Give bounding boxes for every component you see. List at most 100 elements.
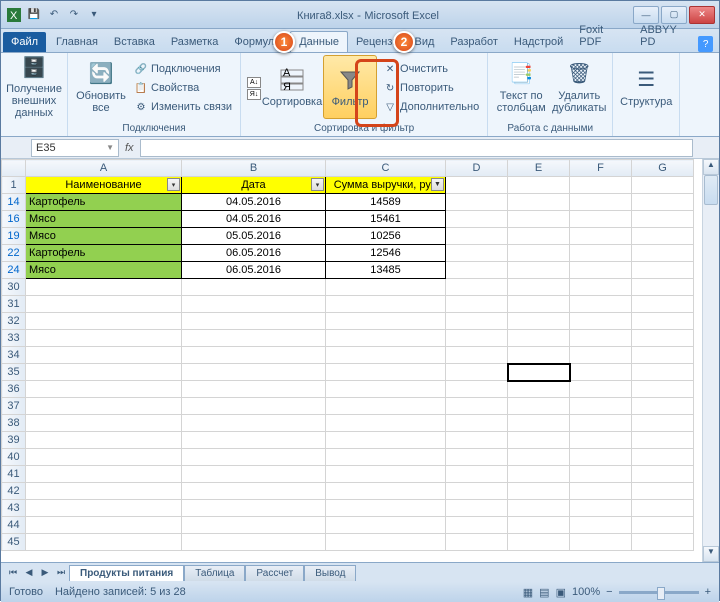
cell[interactable]: Мясо [26,228,182,245]
cell[interactable] [508,211,570,228]
cell[interactable] [446,381,508,398]
cell[interactable] [632,194,694,211]
cell[interactable] [26,432,182,449]
cell[interactable] [570,449,632,466]
sort-button[interactable]: AЯ Сортировка [265,55,319,119]
cell[interactable] [26,313,182,330]
cell[interactable] [446,466,508,483]
cell[interactable] [182,279,326,296]
cell[interactable] [570,483,632,500]
cell[interactable] [508,517,570,534]
cell[interactable] [326,398,446,415]
cell[interactable] [182,500,326,517]
cell[interactable] [508,262,570,279]
cell[interactable] [632,398,694,415]
cell[interactable] [570,517,632,534]
cell[interactable] [570,381,632,398]
cell[interactable] [632,432,694,449]
cell[interactable] [632,228,694,245]
cell[interactable] [508,534,570,551]
next-sheet-icon[interactable]: ▶ [37,565,53,581]
cell[interactable] [570,296,632,313]
cell[interactable] [182,449,326,466]
cell[interactable] [508,381,570,398]
cell[interactable] [632,500,694,517]
filter-dropdown-icon[interactable]: ▾ [167,178,180,191]
row-header[interactable]: 38 [2,415,26,432]
cell[interactable] [26,381,182,398]
tab-file[interactable]: Файл [3,32,46,52]
cell[interactable] [508,347,570,364]
row-header[interactable]: 24 [2,262,26,279]
row-header[interactable]: 32 [2,313,26,330]
cell[interactable]: Мясо [26,211,182,228]
cell[interactable] [508,194,570,211]
column-header[interactable]: C [326,160,446,177]
cell[interactable] [26,500,182,517]
cell[interactable] [26,466,182,483]
cell[interactable] [182,381,326,398]
tab-layout[interactable]: Разметка [163,32,227,52]
zoom-in-icon[interactable]: + [705,586,711,598]
column-header[interactable]: D [446,160,508,177]
cell[interactable] [446,500,508,517]
remove-duplicates-button[interactable]: 🗑 Удалить дубликаты [552,55,606,119]
column-header[interactable]: G [632,160,694,177]
redo-icon[interactable]: ↷ [65,6,83,24]
cell[interactable] [26,347,182,364]
cell[interactable]: 04.05.2016 [182,211,326,228]
undo-icon[interactable]: ↶ [45,6,63,24]
cell[interactable] [508,228,570,245]
cell[interactable] [326,364,446,381]
cell[interactable] [446,534,508,551]
cell[interactable] [326,415,446,432]
cell[interactable] [570,330,632,347]
cell[interactable] [26,330,182,347]
cell[interactable] [632,245,694,262]
cell[interactable] [632,279,694,296]
cell[interactable] [632,517,694,534]
refresh-all-button[interactable]: 🔄 Обновить все [74,55,128,119]
row-header[interactable]: 42 [2,483,26,500]
name-box[interactable]: E35▼ [31,139,119,157]
cell[interactable] [508,245,570,262]
scroll-down-icon[interactable]: ▼ [703,546,719,562]
cell[interactable] [508,364,570,381]
row-header[interactable]: 37 [2,398,26,415]
column-header[interactable]: F [570,160,632,177]
cell[interactable] [570,194,632,211]
cell[interactable] [182,534,326,551]
cell[interactable] [508,177,570,194]
cell[interactable] [632,534,694,551]
tab-addins[interactable]: Надстрой [506,32,571,52]
cell[interactable] [326,500,446,517]
cell[interactable] [26,398,182,415]
namebox-dropdown-icon[interactable]: ▼ [106,143,114,152]
cell[interactable] [182,517,326,534]
cell[interactable]: Картофель [26,245,182,262]
cell[interactable]: 05.05.2016 [182,228,326,245]
cell[interactable] [570,313,632,330]
text-to-columns-button[interactable]: 📑 Текст по столбцам [494,55,548,119]
cell[interactable]: 13485 [326,262,446,279]
view-break-icon[interactable]: ▣ [556,586,566,599]
cell[interactable] [632,381,694,398]
cell[interactable] [182,364,326,381]
cell[interactable] [26,415,182,432]
tab-foxit[interactable]: Foxit PDF [571,20,632,52]
cell[interactable] [570,398,632,415]
cell[interactable] [508,500,570,517]
cell[interactable] [446,194,508,211]
cell[interactable] [26,364,182,381]
properties-button[interactable]: 📋Свойства [132,79,234,97]
cell[interactable] [446,279,508,296]
row-header[interactable]: 16 [2,211,26,228]
qat-dropdown-icon[interactable]: ▾ [85,6,103,24]
cell[interactable] [570,279,632,296]
cell[interactable] [570,245,632,262]
cell[interactable]: 06.05.2016 [182,245,326,262]
row-header[interactable]: 43 [2,500,26,517]
row-header[interactable]: 14 [2,194,26,211]
cell[interactable] [446,211,508,228]
filter-dropdown-icon[interactable]: ▾ [311,178,324,191]
